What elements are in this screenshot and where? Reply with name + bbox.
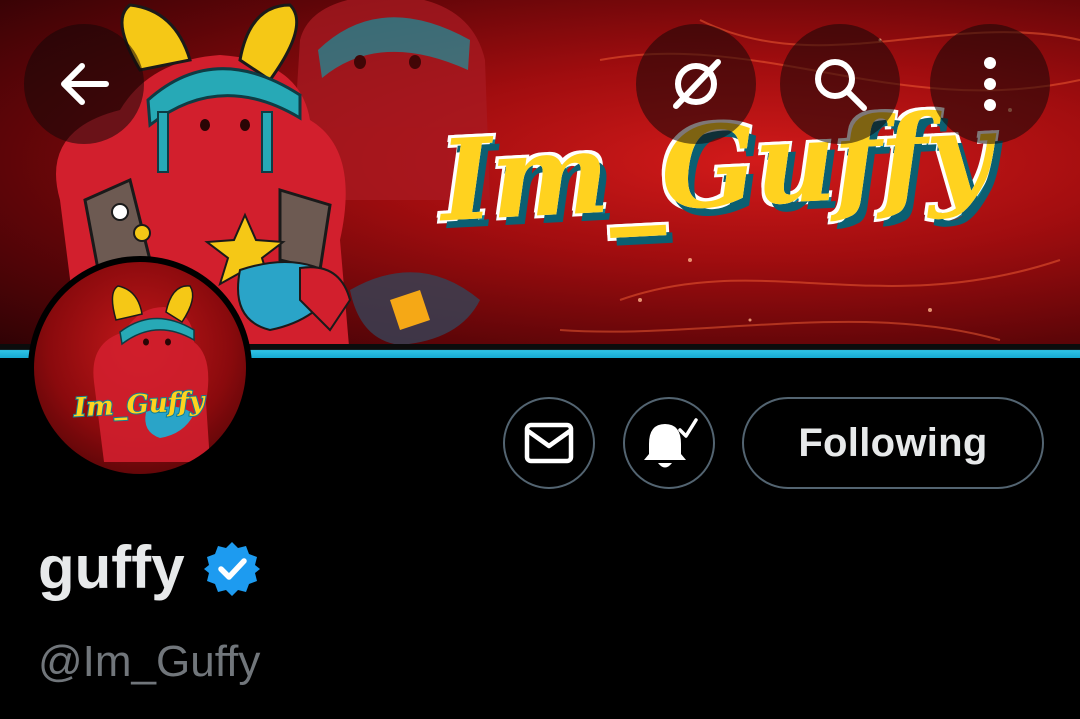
arrow-left-icon	[61, 63, 109, 105]
search-icon	[815, 59, 867, 111]
search-button[interactable]	[780, 24, 900, 144]
grok-slash-circle-icon	[673, 59, 721, 109]
back-button[interactable]	[24, 24, 144, 144]
profile-page: Im_Guffy Im_Guffy Following guffy @Im_Gu…	[0, 0, 1080, 719]
verified-badge-icon[interactable]	[203, 540, 261, 598]
envelope-icon	[524, 422, 574, 464]
avatar-artwork	[93, 285, 210, 462]
display-name: guffy	[38, 534, 185, 601]
bell-check-icon	[644, 418, 698, 468]
more-vertical-icon	[984, 57, 996, 111]
more-options-button[interactable]	[930, 24, 1050, 144]
message-button[interactable]	[503, 397, 595, 489]
display-name-row: guffy	[38, 528, 261, 608]
profile-handle: @Im_Guffy	[38, 637, 261, 686]
grok-button[interactable]	[636, 24, 756, 144]
following-button[interactable]: Following	[742, 397, 1044, 489]
avatar[interactable]: Im_Guffy	[28, 256, 252, 480]
notifications-button[interactable]	[623, 397, 715, 489]
avatar-image: Im_Guffy	[34, 262, 246, 474]
